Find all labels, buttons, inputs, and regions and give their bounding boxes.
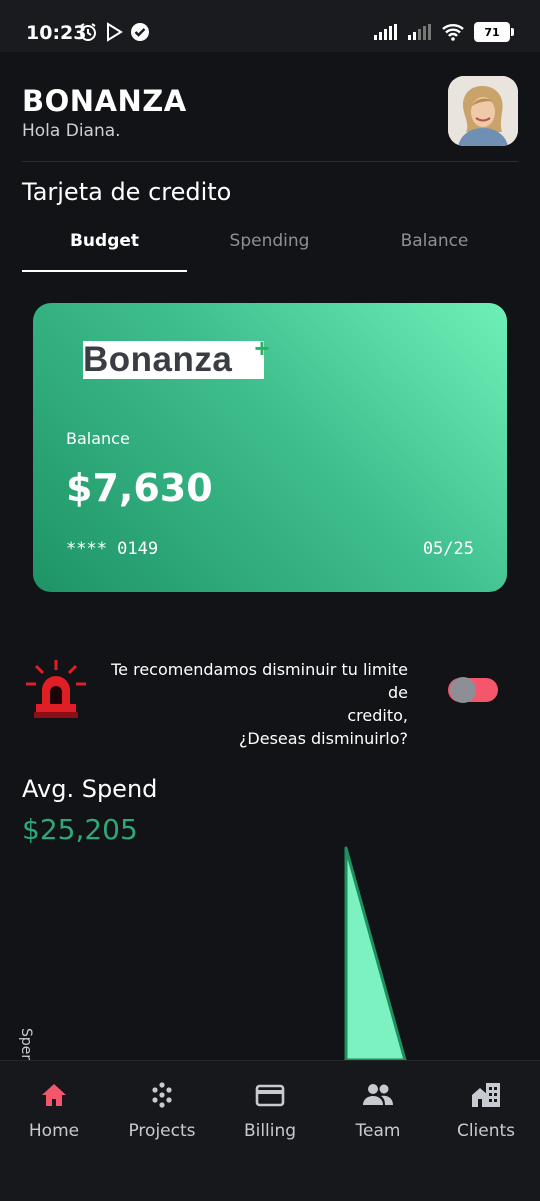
card-brand-text: Bonanza bbox=[83, 340, 233, 379]
recommendation-line-3: ¿Deseas disminuirlo? bbox=[238, 729, 408, 748]
tab-balance[interactable]: Balance bbox=[352, 222, 517, 262]
nav-clients-label: Clients bbox=[456, 1121, 516, 1141]
battery-level: 71 bbox=[484, 25, 500, 39]
active-tab-indicator bbox=[22, 270, 187, 272]
plus-icon: + bbox=[254, 333, 270, 363]
reduce-limit-toggle[interactable] bbox=[448, 677, 498, 703]
nav-team[interactable]: Team bbox=[324, 1061, 432, 1161]
user-photo bbox=[448, 76, 518, 146]
tab-bar: Budget Spending Balance bbox=[22, 222, 518, 274]
nav-projects-label: Projects bbox=[128, 1121, 196, 1141]
nav-projects[interactable]: Projects bbox=[108, 1061, 216, 1161]
spend-area bbox=[344, 846, 407, 1060]
people-icon bbox=[363, 1084, 393, 1105]
avg-spend-value: $25,205 bbox=[22, 813, 138, 846]
status-right-icons: 71 bbox=[374, 22, 514, 42]
header-divider bbox=[22, 161, 518, 162]
spend-chart-svg bbox=[344, 846, 407, 1060]
battery-icon: 71 bbox=[474, 22, 514, 42]
avatar[interactable] bbox=[448, 76, 518, 146]
grid-dots-icon bbox=[152, 1082, 172, 1108]
spend-chart bbox=[0, 845, 540, 1060]
signal-weak-icon bbox=[408, 24, 431, 40]
check-circle-icon bbox=[131, 23, 149, 41]
recommendation-line-2: credito, bbox=[347, 706, 408, 725]
bottom-nav: Home Projects Billing Team Clients bbox=[0, 1060, 540, 1201]
tab-budget[interactable]: Budget bbox=[22, 222, 187, 262]
card-brand-logo: Bonanza + bbox=[83, 333, 270, 379]
nav-team-label: Team bbox=[355, 1121, 401, 1141]
alarm-siren-icon bbox=[26, 660, 86, 718]
toggle-knob bbox=[450, 677, 476, 703]
card-balance-label: Balance bbox=[66, 429, 130, 448]
play-store-icon bbox=[107, 22, 123, 42]
status-left-icons bbox=[78, 22, 150, 42]
recommendation-line-1: Te recomendamos disminuir tu limite de bbox=[111, 660, 408, 702]
card-balance: $7,630 bbox=[66, 466, 213, 510]
nav-billing[interactable]: Billing bbox=[216, 1061, 324, 1161]
signal-icon bbox=[374, 24, 397, 40]
app-title: BONANZA bbox=[22, 84, 187, 118]
avg-spend-label: Avg. Spend bbox=[22, 775, 158, 803]
nav-clients[interactable]: Clients bbox=[432, 1061, 540, 1161]
greeting-text: Hola Diana. bbox=[22, 121, 121, 141]
alarm-clock-icon bbox=[80, 23, 96, 41]
wifi-icon bbox=[442, 24, 464, 41]
status-bar: 10:23 71 bbox=[0, 0, 540, 52]
credit-card-icon bbox=[255, 1084, 285, 1107]
section-title: Tarjeta de credito bbox=[22, 178, 232, 206]
card-expiry: 05/25 bbox=[422, 539, 474, 559]
nav-home-label: Home bbox=[28, 1121, 80, 1141]
credit-card[interactable]: Bonanza + Balance $7,630 **** 0149 05/25 bbox=[33, 303, 507, 592]
nav-billing-label: Billing bbox=[243, 1121, 297, 1141]
recommendation-text: Te recomendamos disminuir tu limite de c… bbox=[92, 658, 408, 750]
nav-home[interactable]: Home bbox=[0, 1061, 108, 1161]
buildings-icon bbox=[472, 1083, 500, 1107]
tab-spending[interactable]: Spending bbox=[187, 222, 352, 262]
card-number: **** 0149 bbox=[66, 539, 159, 559]
home-icon bbox=[42, 1084, 66, 1106]
